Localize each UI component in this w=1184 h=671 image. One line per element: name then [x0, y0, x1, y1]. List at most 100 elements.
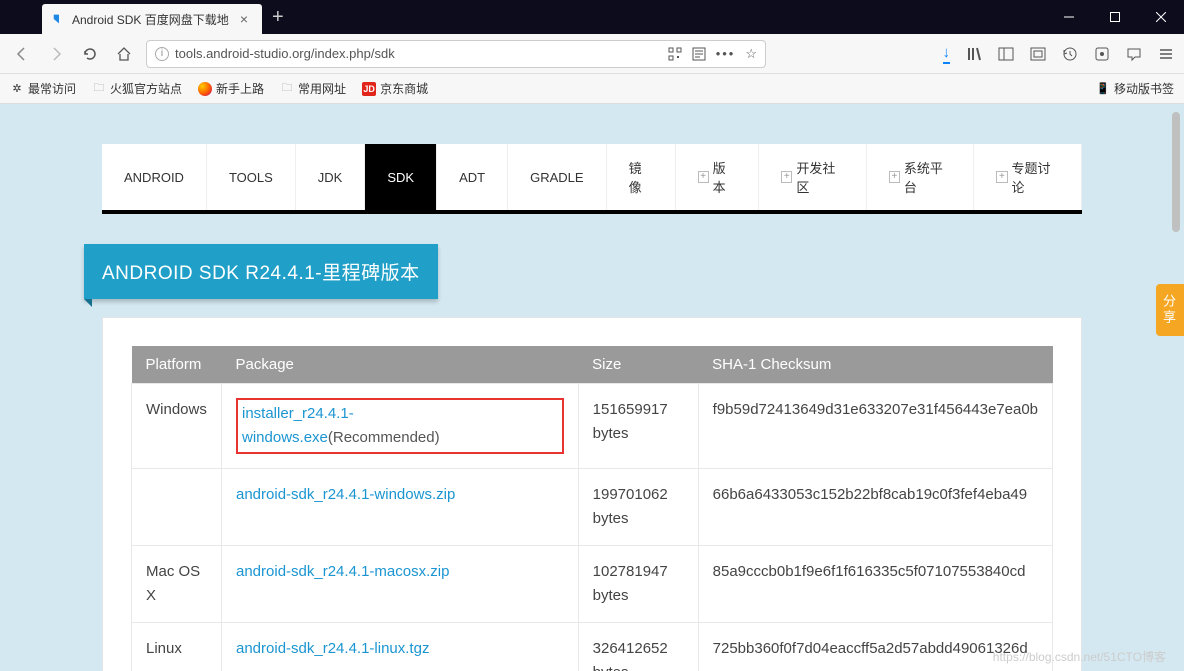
nav-label: 专题讨论 [1012, 158, 1059, 196]
banner-text-pre: ANDROID SDK R24.4.1- [102, 263, 322, 284]
cell-package: android-sdk_r24.4.1-macosx.zip [222, 546, 579, 623]
nav-topic[interactable]: + 专题讨论 [974, 144, 1082, 210]
site-nav: ANDROID TOOLS JDK SDK ADT GRADLE 镜像 +版本 … [102, 144, 1082, 214]
window-controls [1046, 0, 1184, 34]
window-titlebar: Android SDK 百度网盘下载地 × + [0, 0, 1184, 34]
cell-package: installer_r24.4.1-windows.exe(Recommende… [222, 384, 579, 469]
bookmark-label: 京东商城 [380, 80, 428, 97]
bookmark-mobile[interactable]: 📱移动版书签 [1096, 80, 1174, 97]
nav-jdk[interactable]: JDK [296, 144, 366, 210]
cell-checksum: f9b59d72413649d31e633207e31f456443e7ea0b [698, 384, 1052, 469]
bookmark-jd[interactable]: JD 京东商城 [362, 80, 428, 97]
browser-tab[interactable]: Android SDK 百度网盘下载地 × [42, 4, 262, 34]
close-window-button[interactable] [1138, 0, 1184, 34]
nav-tools[interactable]: TOOLS [207, 144, 296, 210]
watermark: https://blog.csdn.net/51CTO博客 [993, 648, 1166, 665]
url-text: tools.android-studio.org/index.php/sdk [175, 46, 668, 61]
table-row: Windowsinstaller_r24.4.1-windows.exe(Rec… [132, 384, 1053, 469]
bookmark-firefox-official[interactable]: 🗀 火狐官方站点 [92, 80, 182, 97]
gear-icon: ✲ [10, 82, 24, 96]
th-package: Package [222, 346, 579, 384]
forward-button[interactable] [44, 42, 68, 66]
nav-android[interactable]: ANDROID [102, 144, 207, 210]
nav-gradle[interactable]: GRADLE [508, 144, 606, 210]
toolbar-right-icons: ↓ [943, 44, 1175, 64]
page-actions-icon[interactable]: ••• [716, 46, 736, 61]
table-row: android-sdk_r24.4.1-windows.zip 199701062… [132, 469, 1053, 546]
close-tab-icon[interactable]: × [236, 11, 252, 27]
back-button[interactable] [10, 42, 34, 66]
cell-checksum: 85a9cccb0b1f9e6f1f616335c5f07107553840cd [698, 546, 1052, 623]
recommended-label: (Recommended) [328, 429, 440, 446]
plus-icon: + [781, 171, 792, 183]
downloads-card: Platform Package Size SHA-1 Checksum Win… [102, 317, 1082, 671]
nav-label: 系统平台 [904, 158, 951, 196]
download-icon[interactable]: ↓ [943, 44, 951, 64]
banner-text-cn: 里程碑版本 [322, 263, 420, 284]
th-size: Size [578, 346, 698, 384]
section-banner: ANDROID SDK R24.4.1-里程碑版本 [84, 244, 438, 299]
nav-sdk[interactable]: SDK [365, 144, 437, 210]
cell-size: 326412652 bytes [578, 623, 698, 671]
maximize-button[interactable] [1092, 0, 1138, 34]
menu-icon[interactable] [1158, 46, 1174, 62]
table-row: Mac OS Xandroid-sdk_r24.4.1-macosx.zip10… [132, 546, 1053, 623]
cell-checksum: 66b6a6433053c152b22bf8cab19c0f3fef4eba49 [698, 469, 1052, 546]
page-viewport: ANDROID TOOLS JDK SDK ADT GRADLE 镜像 +版本 … [0, 104, 1184, 671]
bookmark-common-urls[interactable]: 🗀 常用网址 [280, 80, 346, 97]
url-bar[interactable]: i tools.android-studio.org/index.php/sdk… [146, 40, 766, 68]
folder-icon: 🗀 [92, 82, 106, 96]
nav-mirror[interactable]: 镜像 [607, 144, 676, 210]
reload-button[interactable] [78, 42, 102, 66]
site-info-icon[interactable]: i [155, 47, 169, 61]
bookmark-label: 火狐官方站点 [110, 80, 182, 97]
minimize-button[interactable] [1046, 0, 1092, 34]
cell-platform [132, 469, 222, 546]
cell-size: 199701062 bytes [578, 469, 698, 546]
cell-platform: Mac OS X [132, 546, 222, 623]
jd-icon: JD [362, 82, 376, 96]
library-icon[interactable] [966, 46, 982, 62]
tab-title: Android SDK 百度网盘下载地 [72, 11, 236, 28]
url-actions: ••• ☆ [668, 46, 757, 62]
folder-icon: 🗀 [280, 82, 294, 96]
new-tab-button[interactable]: + [262, 6, 294, 29]
bookmark-label: 新手上路 [216, 80, 264, 97]
plus-icon: + [698, 171, 709, 183]
tab-favicon [52, 12, 66, 26]
plus-icon: + [996, 171, 1007, 183]
firefox-icon [198, 82, 212, 96]
cell-platform: Windows [132, 384, 222, 469]
scrollbar-thumb[interactable] [1172, 112, 1180, 232]
bookmark-frequent[interactable]: ✲最常访问 [10, 80, 76, 97]
package-link[interactable]: android-sdk_r24.4.1-macosx.zip [236, 563, 449, 580]
page-content: ANDROID TOOLS JDK SDK ADT GRADLE 镜像 +版本 … [102, 104, 1082, 671]
nav-adt[interactable]: ADT [437, 144, 508, 210]
extension-icon[interactable] [1094, 46, 1110, 62]
nav-platform[interactable]: + 系统平台 [867, 144, 975, 210]
downloads-table: Platform Package Size SHA-1 Checksum Win… [131, 346, 1053, 671]
package-link[interactable]: android-sdk_r24.4.1-linux.tgz [236, 640, 429, 657]
plus-icon: + [889, 171, 900, 183]
nav-label: 版本 [713, 158, 737, 196]
reader-icon[interactable] [692, 47, 706, 61]
bookmark-label: 移动版书签 [1114, 80, 1174, 97]
screenshot-icon[interactable] [1030, 46, 1046, 62]
bookmarks-bar: ✲最常访问 🗀 火狐官方站点 新手上路 🗀 常用网址 JD 京东商城 📱移动版书签 [0, 74, 1184, 104]
cell-package: android-sdk_r24.4.1-linux.tgz [222, 623, 579, 671]
bookmark-label: 常用网址 [298, 80, 346, 97]
nav-label: 开发社区 [796, 158, 843, 196]
history-icon[interactable] [1062, 46, 1078, 62]
bookmark-star-icon[interactable]: ☆ [745, 46, 757, 62]
chat-icon[interactable] [1126, 46, 1142, 62]
qr-icon[interactable] [668, 47, 682, 61]
nav-version[interactable]: + 版本 [676, 144, 760, 210]
nav-devcommunity[interactable]: + 开发社区 [759, 144, 867, 210]
browser-toolbar: i tools.android-studio.org/index.php/sdk… [0, 34, 1184, 74]
sidebar-icon[interactable] [998, 46, 1014, 62]
cell-package: android-sdk_r24.4.1-windows.zip [222, 469, 579, 546]
home-button[interactable] [112, 42, 136, 66]
share-tab[interactable]: 分享 [1156, 284, 1184, 336]
bookmark-newbie[interactable]: 新手上路 [198, 80, 264, 97]
package-link[interactable]: android-sdk_r24.4.1-windows.zip [236, 486, 455, 503]
